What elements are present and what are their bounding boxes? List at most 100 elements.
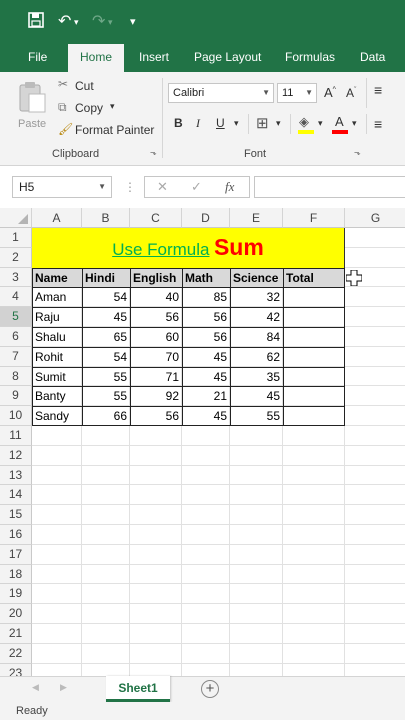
table-cell-total[interactable] bbox=[283, 386, 345, 407]
tab-file[interactable]: File bbox=[28, 44, 47, 72]
column-header-b[interactable]: B bbox=[82, 208, 130, 228]
table-cell-science[interactable]: 62 bbox=[230, 346, 283, 367]
row-header-10[interactable]: 10 bbox=[0, 406, 32, 426]
row-header-5[interactable]: 5 bbox=[0, 307, 32, 327]
increase-font-size-icon[interactable]: A^ bbox=[324, 85, 336, 100]
table-cell-math[interactable]: 45 bbox=[182, 366, 230, 387]
row-header-12[interactable]: 12 bbox=[0, 445, 32, 466]
row-header-7[interactable]: 7 bbox=[0, 346, 32, 367]
row-header-3[interactable]: 3 bbox=[0, 267, 32, 288]
table-cell-total[interactable] bbox=[283, 346, 345, 367]
row-header-15[interactable]: 15 bbox=[0, 505, 32, 525]
row-header-20[interactable]: 20 bbox=[0, 604, 32, 624]
table-header-english[interactable]: English bbox=[130, 267, 182, 288]
add-sheet-icon[interactable]: + bbox=[201, 680, 219, 698]
table-cell-math[interactable]: 45 bbox=[182, 406, 230, 426]
row-header-19[interactable]: 19 bbox=[0, 584, 32, 605]
font-color-icon[interactable]: A bbox=[332, 114, 348, 134]
table-cell-math[interactable]: 56 bbox=[182, 327, 230, 347]
row-header-11[interactable]: 11 bbox=[0, 426, 32, 446]
table-cell-english[interactable]: 71 bbox=[130, 366, 182, 387]
table-cell-hindi[interactable]: 66 bbox=[82, 406, 130, 426]
table-cell-math[interactable]: 56 bbox=[182, 307, 230, 327]
column-header-d[interactable]: D bbox=[182, 208, 230, 228]
table-cell-total[interactable] bbox=[283, 287, 345, 308]
font-size-select[interactable]: 11 ▼ bbox=[277, 83, 317, 103]
italic-button[interactable]: I bbox=[196, 116, 200, 131]
column-header-g[interactable]: G bbox=[345, 208, 405, 228]
table-cell-hindi[interactable]: 55 bbox=[82, 386, 130, 407]
font-name-select[interactable]: Calibri ▼ bbox=[168, 83, 274, 103]
table-header-hindi[interactable]: Hindi bbox=[82, 267, 130, 288]
table-cell-total[interactable] bbox=[283, 406, 345, 426]
table-cell-total[interactable] bbox=[283, 366, 345, 387]
table-cell-science[interactable]: 45 bbox=[230, 386, 283, 407]
table-cell-english[interactable]: 92 bbox=[130, 386, 182, 407]
row-header-9[interactable]: 9 bbox=[0, 386, 32, 407]
table-cell-science[interactable]: 55 bbox=[230, 406, 283, 426]
table-cell-science[interactable]: 35 bbox=[230, 366, 283, 387]
row-header-4[interactable]: 4 bbox=[0, 287, 32, 308]
row-header-18[interactable]: 18 bbox=[0, 564, 32, 585]
save-icon[interactable] bbox=[28, 12, 44, 34]
scroll-tabs-left-icon[interactable]: ◀ bbox=[32, 682, 39, 693]
table-cell-english[interactable]: 56 bbox=[130, 406, 182, 426]
row-header-6[interactable]: 6 bbox=[0, 327, 32, 347]
table-cell-hindi[interactable]: 55 bbox=[82, 366, 130, 387]
table-cell-total[interactable] bbox=[283, 327, 345, 347]
row-header-21[interactable]: 21 bbox=[0, 624, 32, 644]
table-cell-hindi[interactable]: 54 bbox=[82, 287, 130, 308]
table-cell-total[interactable] bbox=[283, 307, 345, 327]
table-cell-science[interactable]: 84 bbox=[230, 327, 283, 347]
redo-dropdown-icon[interactable]: ▾ bbox=[108, 12, 113, 32]
insert-function-icon[interactable]: fx bbox=[225, 179, 234, 195]
table-cell-name[interactable]: Shalu bbox=[32, 327, 82, 347]
table-cell-math[interactable]: 45 bbox=[182, 346, 230, 367]
align-left-icon[interactable]: ≡ bbox=[374, 116, 382, 132]
table-cell-math[interactable]: 85 bbox=[182, 287, 230, 308]
formula-input[interactable] bbox=[254, 176, 405, 198]
table-cell-science[interactable]: 42 bbox=[230, 307, 283, 327]
tab-insert[interactable]: Insert bbox=[139, 44, 169, 72]
format-painter-button[interactable]: 🖌 Format Painter bbox=[56, 122, 156, 140]
redo-icon[interactable]: ↷ bbox=[92, 12, 105, 32]
copy-button[interactable]: ⧉ Copy ▾ bbox=[56, 100, 126, 118]
table-header-science[interactable]: Science bbox=[230, 267, 283, 288]
name-box[interactable]: H5 ▼ bbox=[12, 176, 112, 198]
table-cell-name[interactable]: Sandy bbox=[32, 406, 82, 426]
fill-color-icon[interactable]: ◈ bbox=[298, 114, 316, 134]
table-cell-hindi[interactable]: 54 bbox=[82, 346, 130, 367]
copy-dropdown-icon[interactable]: ▾ bbox=[110, 101, 115, 112]
table-cell-hindi[interactable]: 65 bbox=[82, 327, 130, 347]
row-header-16[interactable]: 16 bbox=[0, 525, 32, 545]
undo-dropdown-icon[interactable]: ▾ bbox=[74, 12, 79, 32]
table-cell-english[interactable]: 60 bbox=[130, 327, 182, 347]
borders-dropdown-icon[interactable]: ▾ bbox=[276, 118, 281, 129]
table-cell-name[interactable]: Raju bbox=[32, 307, 82, 327]
table-cell-name[interactable]: Aman bbox=[32, 287, 82, 308]
row-header-22[interactable]: 22 bbox=[0, 643, 32, 664]
row-header-8[interactable]: 8 bbox=[0, 366, 32, 387]
align-top-icon[interactable]: ≡ bbox=[374, 82, 382, 98]
underline-dropdown-icon[interactable]: ▾ bbox=[234, 118, 239, 129]
table-cell-science[interactable]: 32 bbox=[230, 287, 283, 308]
tab-data[interactable]: Data bbox=[360, 44, 385, 72]
select-all-corner[interactable] bbox=[0, 208, 32, 228]
tab-formulas[interactable]: Formulas bbox=[285, 44, 335, 72]
underline-button[interactable]: U bbox=[216, 116, 225, 130]
formula-bar-handle-icon[interactable]: ⋮ bbox=[124, 180, 136, 194]
column-header-c[interactable]: C bbox=[130, 208, 182, 228]
table-cell-english[interactable]: 40 bbox=[130, 287, 182, 308]
row-header-23[interactable]: 23 bbox=[0, 663, 32, 676]
row-header-17[interactable]: 17 bbox=[0, 544, 32, 565]
undo-icon[interactable]: ↶ bbox=[58, 12, 71, 32]
clipboard-launcher-icon[interactable]: ⬎ bbox=[150, 148, 157, 157]
decrease-font-size-icon[interactable]: Aˇ bbox=[346, 86, 356, 100]
fill-color-dropdown-icon[interactable]: ▾ bbox=[318, 118, 323, 129]
row-header-14[interactable]: 14 bbox=[0, 485, 32, 506]
table-cell-english[interactable]: 70 bbox=[130, 346, 182, 367]
table-cell-math[interactable]: 21 bbox=[182, 386, 230, 407]
table-cell-hindi[interactable]: 45 bbox=[82, 307, 130, 327]
table-cell-name[interactable]: Rohit bbox=[32, 346, 82, 367]
tab-home[interactable]: Home bbox=[68, 44, 125, 72]
